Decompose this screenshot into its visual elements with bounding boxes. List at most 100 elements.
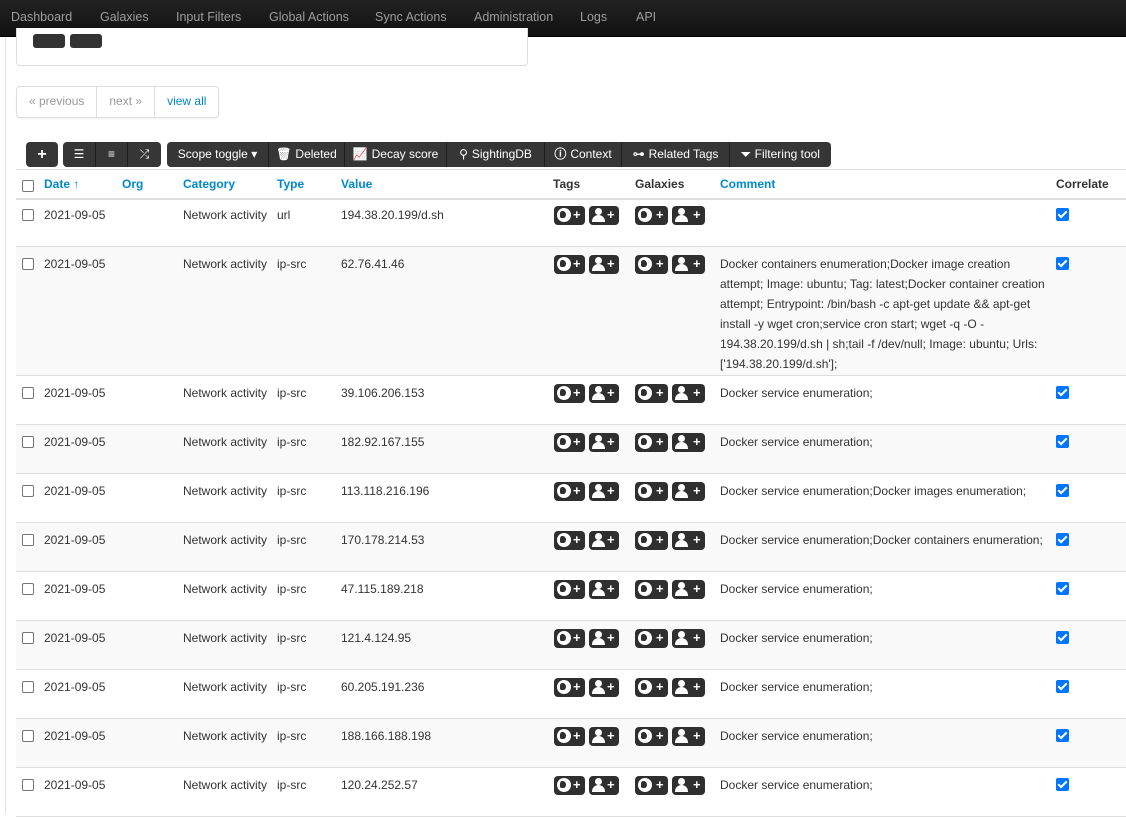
row-select-checkbox[interactable] [22,632,34,644]
row-select-checkbox[interactable] [22,779,34,791]
filtering-tool-button[interactable]: ⏷ Filtering tool [730,142,831,167]
add-local-tag-button[interactable]: + [589,531,619,550]
scope-toggle-button[interactable]: Scope toggle ▾ [167,142,269,167]
correlate-checkbox[interactable] [1056,386,1069,399]
add-local-tag-button[interactable]: + [589,678,619,697]
shuffle-button[interactable]: ⤮ [128,142,161,167]
row-comment[interactable]: Docker service enumeration; [720,677,1050,697]
correlate-checkbox[interactable] [1056,208,1069,221]
add-tag-button[interactable]: + [554,727,585,746]
select-all-checkbox[interactable] [22,180,34,192]
row-select-checkbox[interactable] [22,209,34,221]
add-local-tag-button[interactable]: + [589,727,619,746]
add-local-galaxy-button[interactable]: + [672,678,705,697]
add-local-tag-button[interactable]: + [589,776,619,795]
row-value[interactable]: 120.24.252.57 [341,775,418,795]
row-comment[interactable]: Docker service enumeration; [720,383,1050,403]
add-local-tag-button[interactable]: + [589,206,619,225]
row-category[interactable]: Network activity [183,726,267,746]
add-galaxy-button[interactable]: + [635,776,668,795]
row-type[interactable]: ip-src [277,254,306,274]
row-comment[interactable]: Docker service enumeration;Docker images… [720,481,1050,501]
add-local-tag-button[interactable]: + [589,629,619,648]
add-galaxy-button[interactable]: + [635,727,668,746]
correlate-checkbox[interactable] [1056,729,1069,742]
row-value[interactable]: 121.4.124.95 [341,628,411,648]
add-tag-button[interactable]: + [554,482,585,501]
add-galaxy-button[interactable]: + [635,629,668,648]
row-type[interactable]: ip-src [277,775,306,795]
row-value[interactable]: 62.76.41.46 [341,254,404,274]
row-type[interactable]: ip-src [277,530,306,550]
add-local-galaxy-button[interactable]: + [672,727,705,746]
add-local-galaxy-button[interactable]: + [672,482,705,501]
row-value[interactable]: 182.92.167.155 [341,432,424,452]
row-type[interactable]: ip-src [277,677,306,697]
row-type[interactable]: ip-src [277,579,306,599]
row-select-checkbox[interactable] [22,681,34,693]
row-type[interactable]: ip-src [277,628,306,648]
add-tag-button[interactable] [33,34,65,48]
row-comment[interactable]: Docker service enumeration; [720,726,1050,746]
correlate-checkbox[interactable] [1056,257,1069,270]
row-type[interactable]: ip-src [277,432,306,452]
add-galaxy-button[interactable]: + [635,482,668,501]
column-value[interactable]: Value [341,177,372,191]
row-category[interactable]: Network activity [183,530,267,550]
view-all-link[interactable]: view all [155,87,218,117]
add-tag-button[interactable]: + [554,255,585,274]
correlate-checkbox[interactable] [1056,533,1069,546]
add-local-tag-button[interactable]: + [589,580,619,599]
add-local-tag-button[interactable]: + [589,482,619,501]
add-attribute-button[interactable]: + [26,142,58,167]
add-local-tag-button[interactable] [70,34,102,48]
row-select-checkbox[interactable] [22,583,34,595]
column-org[interactable]: Org [122,177,143,191]
add-tag-button[interactable]: + [554,433,585,452]
row-value[interactable]: 194.38.20.199/d.sh [341,205,444,225]
row-category[interactable]: Network activity [183,254,267,274]
row-value[interactable]: 47.115.189.218 [341,579,424,599]
row-category[interactable]: Network activity [183,432,267,452]
row-select-checkbox[interactable] [22,730,34,742]
nav-logs[interactable]: Logs [580,0,607,36]
add-galaxy-button[interactable]: + [635,384,668,403]
row-value[interactable]: 188.166.188.198 [341,726,431,746]
add-tag-button[interactable]: + [554,678,585,697]
add-local-tag-button[interactable]: + [589,384,619,403]
row-category[interactable]: Network activity [183,775,267,795]
add-local-galaxy-button[interactable]: + [672,255,705,274]
add-tag-button[interactable]: + [554,531,585,550]
list-view-button[interactable]: ☰ [63,142,96,167]
add-galaxy-button[interactable]: + [635,678,668,697]
row-comment[interactable]: Docker service enumeration; [720,579,1050,599]
row-comment[interactable]: Docker service enumeration; [720,432,1050,452]
deleted-button[interactable]: 🗑 Deleted [269,142,345,167]
add-galaxy-button[interactable]: + [635,206,668,225]
row-comment[interactable]: Docker service enumeration;Docker contai… [720,530,1050,550]
add-local-galaxy-button[interactable]: + [672,531,705,550]
decay-score-button[interactable]: 📈 Decay score [345,142,447,167]
correlate-checkbox[interactable] [1056,680,1069,693]
row-type[interactable]: ip-src [277,481,306,501]
add-local-galaxy-button[interactable]: + [672,433,705,452]
row-value[interactable]: 170.178.214.53 [341,530,424,550]
row-category[interactable]: Network activity [183,677,267,697]
row-select-checkbox[interactable] [22,387,34,399]
add-tag-button[interactable]: + [554,776,585,795]
row-comment[interactable]: Docker containers enumeration;Docker ima… [720,254,1050,374]
row-value[interactable]: 113.118.216.196 [341,481,429,501]
add-local-tag-button[interactable]: + [589,255,619,274]
row-value[interactable]: 60.205.191.236 [341,677,424,697]
add-tag-button[interactable]: + [554,384,585,403]
row-category[interactable]: Network activity [183,628,267,648]
row-category[interactable]: Network activity [183,579,267,599]
add-local-galaxy-button[interactable]: + [672,206,705,225]
column-comment[interactable]: Comment [720,177,775,191]
add-local-galaxy-button[interactable]: + [672,629,705,648]
row-select-checkbox[interactable] [22,534,34,546]
add-galaxy-button[interactable]: + [635,433,668,452]
sightingdb-button[interactable]: ⚲ SightingDB [447,142,545,167]
row-select-checkbox[interactable] [22,485,34,497]
correlate-checkbox[interactable] [1056,631,1069,644]
